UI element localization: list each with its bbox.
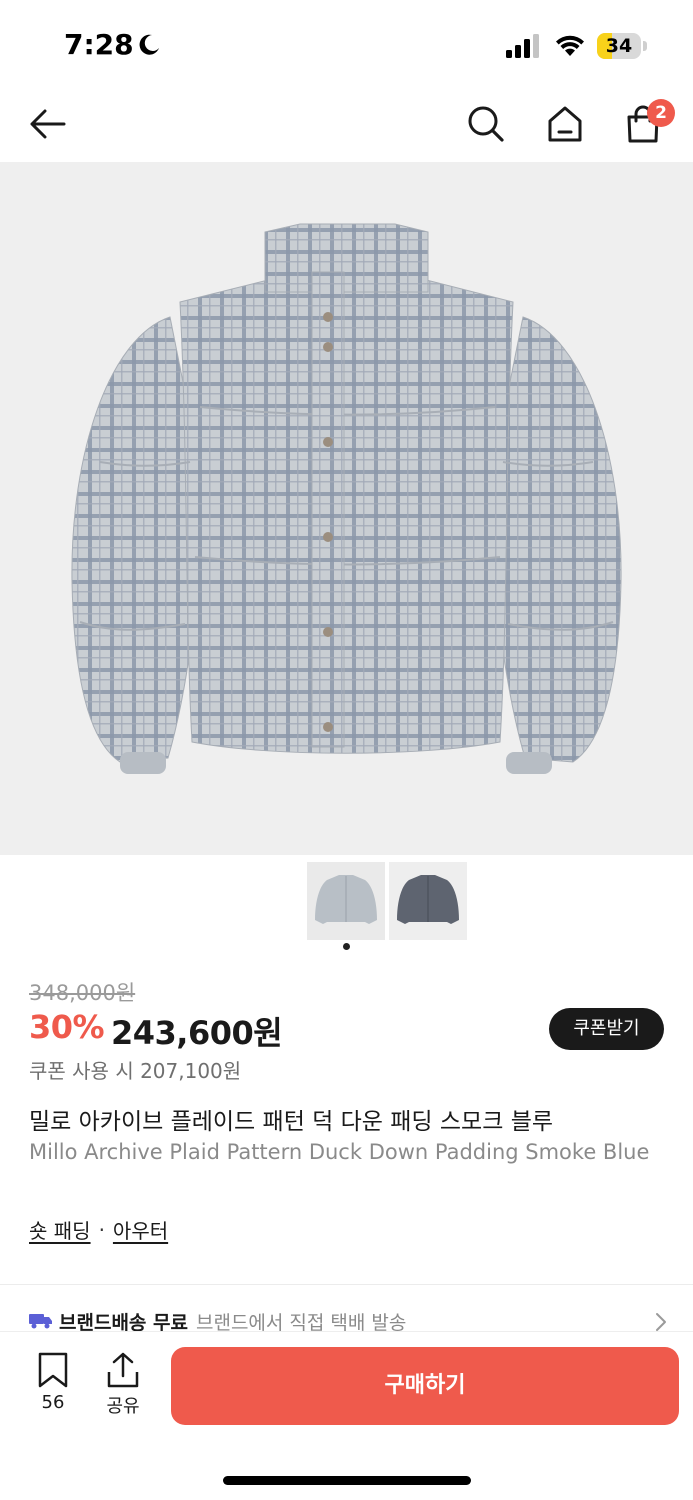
- thumbnail-jacket-light: [315, 875, 377, 924]
- thumbnail-light-plaid[interactable]: [307, 862, 385, 940]
- product-title-korean: 밀로 아카이브 플레이드 패턴 덕 다운 패딩 스모크 블루: [29, 1109, 554, 1135]
- buy-button[interactable]: 구매하기: [171, 1347, 679, 1425]
- wifi-icon: [556, 35, 584, 56]
- moon-icon: [139, 34, 159, 55]
- cart-count-badge: 2: [647, 99, 675, 127]
- save-button[interactable]: 56: [28, 1352, 78, 1413]
- shipping-description: 브랜드에서 직접 택배 발송: [195, 1311, 407, 1334]
- home-indicator: [223, 1476, 471, 1485]
- section-divider: [0, 1284, 693, 1285]
- thumbnail-strip: [307, 862, 467, 940]
- home-icon: [548, 106, 582, 142]
- thumbnail-dark-plaid[interactable]: [389, 862, 467, 940]
- shipping-label: 브랜드배송 무료: [59, 1311, 188, 1334]
- home-button[interactable]: [541, 100, 589, 148]
- category-separator: ·: [98, 1217, 105, 1242]
- bottom-action-bar: 56 공유 구매하기: [0, 1332, 693, 1500]
- product-image[interactable]: [0, 162, 693, 855]
- status-bar: 7:28 34: [0, 0, 693, 84]
- thumbnail-jacket-dark: [397, 875, 459, 924]
- arrow-left-icon: [30, 109, 66, 139]
- battery-level: 34: [605, 35, 633, 57]
- signal-icon: [506, 34, 539, 58]
- search-icon: [468, 106, 504, 142]
- share-icon: [107, 1352, 139, 1388]
- back-button[interactable]: [24, 100, 72, 148]
- battery-indicator: 34: [597, 33, 647, 59]
- share-button[interactable]: 공유: [98, 1352, 148, 1418]
- save-count: 56: [41, 1392, 65, 1413]
- sale-price: 243,600원: [111, 1014, 283, 1052]
- category-link-short-padding[interactable]: 숏 패딩: [29, 1215, 91, 1244]
- discount-rate: 30%: [29, 1008, 105, 1046]
- get-coupon-button[interactable]: 쿠폰받기: [549, 1008, 664, 1050]
- chevron-right-icon: [656, 1313, 666, 1331]
- original-price: 348,000원: [29, 981, 136, 1005]
- bookmark-icon: [38, 1352, 68, 1388]
- coupon-price: 쿠폰 사용 시 207,100원: [29, 1059, 242, 1083]
- top-nav: [0, 84, 693, 162]
- pagination-dot: [343, 943, 350, 950]
- truck-icon: [29, 1314, 52, 1329]
- status-time: 7:28: [64, 28, 134, 61]
- jacket-image: [71, 223, 622, 774]
- category-link-outer[interactable]: 아우터: [113, 1215, 168, 1244]
- share-label: 공유: [106, 1396, 140, 1417]
- product-title-english: Millo Archive Plaid Pattern Duck Down Pa…: [29, 1140, 650, 1164]
- category-breadcrumb: 숏 패딩 · 아우터: [29, 1215, 168, 1244]
- search-button[interactable]: [462, 100, 510, 148]
